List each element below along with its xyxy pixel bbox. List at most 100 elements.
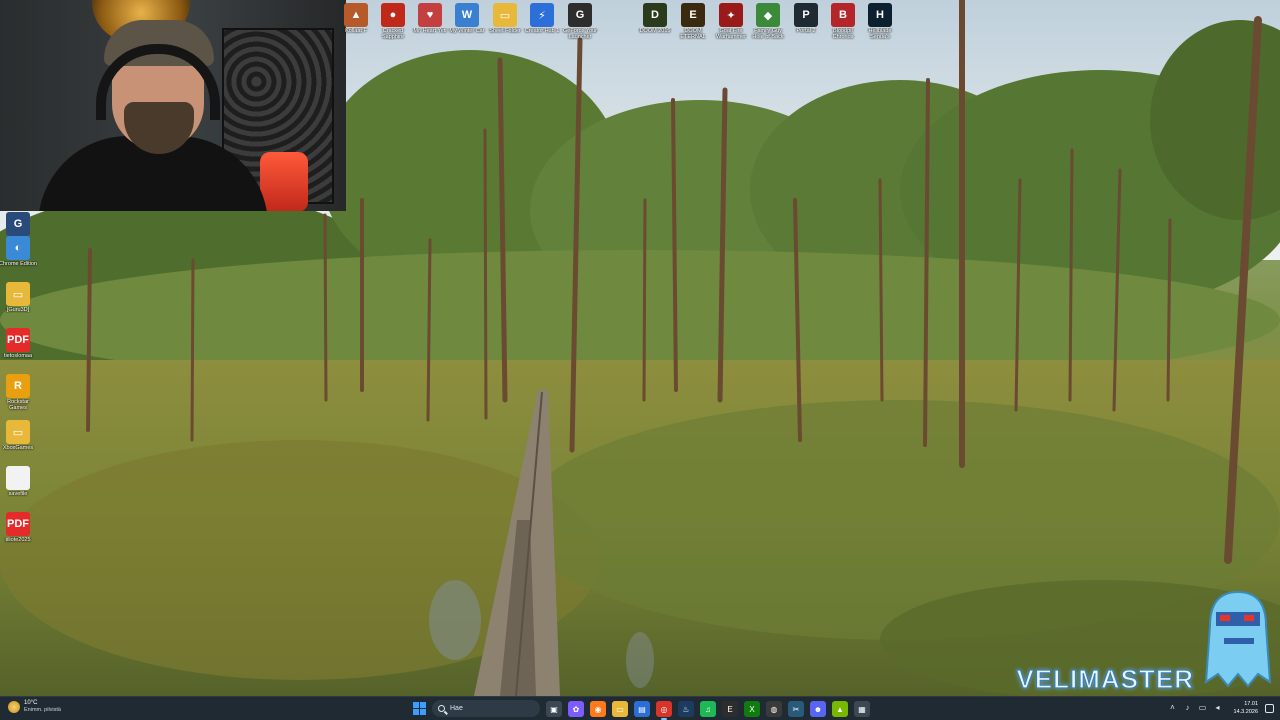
app-icon: ♥ — [418, 3, 442, 27]
taskbar-search[interactable]: Hae — [432, 700, 540, 717]
desktop-icon[interactable]: W My Winter Car — [449, 3, 485, 34]
desktop-icon-label: [Guru3D] — [6, 307, 30, 313]
desktop-icon[interactable]: P Portal 2 — [788, 3, 824, 34]
desktop-icon[interactable]: ▭ [Guru3D] — [0, 282, 36, 313]
desktop-icon[interactable]: savefile — [0, 466, 36, 497]
clock[interactable]: 17.01 14.3.2026 — [1234, 700, 1258, 716]
nvidia-icon[interactable]: ▲ — [832, 701, 848, 717]
ghost-mascot-icon — [1204, 590, 1272, 688]
volume-icon[interactable]: ◂ — [1213, 703, 1222, 712]
desktop-icon-label: Portal 2 — [796, 28, 816, 34]
app-icon: D — [643, 3, 667, 27]
desktop-icon[interactable]: R Rockstar Games — [0, 374, 36, 411]
system-tray: ˄ ♪ ▭ ◂ — [1168, 703, 1222, 712]
app-icon: ● — [381, 3, 405, 27]
network-icon[interactable]: ▭ — [1198, 703, 1207, 712]
search-icon — [438, 705, 445, 712]
app-icon — [6, 466, 30, 490]
app-icon: H — [868, 3, 892, 27]
desktop-icon-label: Creator Hub 1 — [524, 28, 560, 34]
desktop-icon-label: DOOM ETERNAL — [680, 28, 706, 40]
app-icon: ✦ — [719, 3, 743, 27]
desktop-icon-label: Hellblade Senua's — [868, 28, 892, 40]
task-view-icon[interactable]: ▣ — [546, 701, 562, 717]
sun-icon — [8, 701, 20, 713]
desktop-icon[interactable]: ◐ Chrome Edition — [0, 236, 37, 267]
microphone — [260, 152, 308, 211]
app-icon: R — [6, 374, 30, 398]
desktop-icon-label: Bloodpit Chronos — [832, 28, 854, 40]
notification-icon[interactable] — [1265, 704, 1274, 713]
desktop-icon[interactable]: ⚡ Creator Hub 1 — [524, 3, 560, 34]
app-icon: ◐ — [6, 236, 30, 260]
weather-description: Enimm. pilvistä — [24, 707, 61, 713]
app-icon: G — [568, 3, 592, 27]
file-explorer-icon[interactable]: ▭ — [612, 701, 628, 717]
app-icon: PDF — [6, 328, 30, 352]
desktop-icon[interactable]: PDF tietoslomaa — [0, 328, 36, 359]
chevron-up-icon[interactable]: ˄ — [1168, 703, 1177, 712]
app-icon: P — [794, 3, 818, 27]
search-placeholder: Hae — [450, 705, 463, 712]
desktop-icon-label: Sheet Folder — [489, 28, 521, 34]
app-icon: E — [681, 3, 705, 27]
desktop-icon-label: Family Guy Hole of Back — [752, 28, 784, 40]
desktop-icon[interactable]: ✦ Goat Fire Warhammer — [713, 3, 749, 40]
desktop-icon-label: My Winter Car — [449, 28, 485, 34]
copilot-icon[interactable]: ✿ — [568, 701, 584, 717]
desktop-icon-label: Cracked Sapphire — [381, 28, 405, 40]
app-icon: ▲ — [344, 3, 368, 27]
microphone-icon[interactable]: ♪ — [1183, 703, 1192, 712]
desktop-icon[interactable]: B Bloodpit Chronos — [825, 3, 861, 40]
desktop-icon[interactable]: ▭ XboxGames — [0, 420, 36, 451]
app-icon: ⚡ — [530, 3, 554, 27]
streamer-watermark: VELIMASTER — [1016, 663, 1194, 694]
app-icon: PDF — [6, 512, 30, 536]
desktop-icon-label: tietoslomaa — [3, 353, 33, 359]
desktop-icon[interactable]: ♥ Mr. Heart Yeti — [412, 3, 448, 34]
epic-icon[interactable]: E — [722, 701, 738, 717]
desktop-icon[interactable]: PDF tiliote2025 — [0, 512, 36, 543]
desktop-icon[interactable]: E DOOM ETERNAL — [675, 3, 711, 40]
store-icon[interactable]: ▤ — [634, 701, 650, 717]
desktop-icon-label: tiliote2025 — [5, 537, 31, 543]
desktop-icon[interactable]: G GeForce Your Launcher — [562, 3, 598, 40]
desktop-icon-label: Goat Fire Warhammer — [715, 28, 747, 40]
desktop-icon-label: GeForce Your Launcher — [563, 28, 597, 40]
app-icon: ▭ — [493, 3, 517, 27]
desktop-icon[interactable]: ▲ Kollaat F — [338, 3, 374, 34]
webcam-overlay — [0, 0, 346, 211]
discord-icon[interactable]: ☻ — [810, 701, 826, 717]
app-icon: W — [455, 3, 479, 27]
calculator-icon[interactable]: ▦ — [854, 701, 870, 717]
desktop-icon[interactable]: ● Cracked Sapphire — [375, 3, 411, 40]
tools-icon[interactable]: ✂ — [788, 701, 804, 717]
firefox-icon[interactable]: ◉ — [590, 701, 606, 717]
weather-temperature: 10°C — [24, 700, 38, 706]
clock-time: 17.01 — [1244, 701, 1258, 707]
weather-widget[interactable]: 10°C Enimm. pilvistä — [8, 700, 61, 714]
windows-logo-icon — [413, 702, 419, 708]
desktop-icon[interactable]: ◆ Family Guy Hole of Back — [750, 3, 786, 40]
desktop-icon-label: XboxGames — [2, 445, 34, 451]
app-icon: ▭ — [6, 282, 30, 306]
browser-icon[interactable]: ◎ — [656, 701, 672, 720]
steam-icon[interactable]: ♨ — [678, 701, 694, 717]
clock-date: 14.3.2026 — [1233, 709, 1258, 715]
desktop-icon[interactable]: D DOOM 2016 — [637, 3, 673, 34]
desktop-icon[interactable]: ▭ Sheet Folder — [487, 3, 523, 34]
obs-icon[interactable]: ◍ — [766, 701, 782, 717]
desktop-icon-label: Mr. Heart Yeti — [413, 28, 447, 34]
desktop-icon-label: Chrome Edition — [0, 261, 37, 267]
desktop-icon[interactable]: H Hellblade Senua's — [862, 3, 898, 40]
desktop-icon-label: Rockstar Games — [7, 399, 29, 411]
xbox-icon[interactable]: X — [744, 701, 760, 717]
app-icon: ◆ — [756, 3, 780, 27]
app-icon: G — [6, 212, 30, 236]
spotify-icon[interactable]: ♫ — [700, 701, 716, 717]
app-icon: ▭ — [6, 420, 30, 444]
desktop-icon-label: DOOM 2016 — [639, 28, 671, 34]
start-button[interactable] — [413, 702, 426, 715]
taskbar: 10°C Enimm. pilvistä Hae ▣ ✿ ◉ ▭ ▤ ◎ ♨ ♫ E X ◍ ✂ ☻ ▲ ▦… — [0, 696, 1280, 720]
desktop-icon-label: savefile — [8, 491, 28, 497]
